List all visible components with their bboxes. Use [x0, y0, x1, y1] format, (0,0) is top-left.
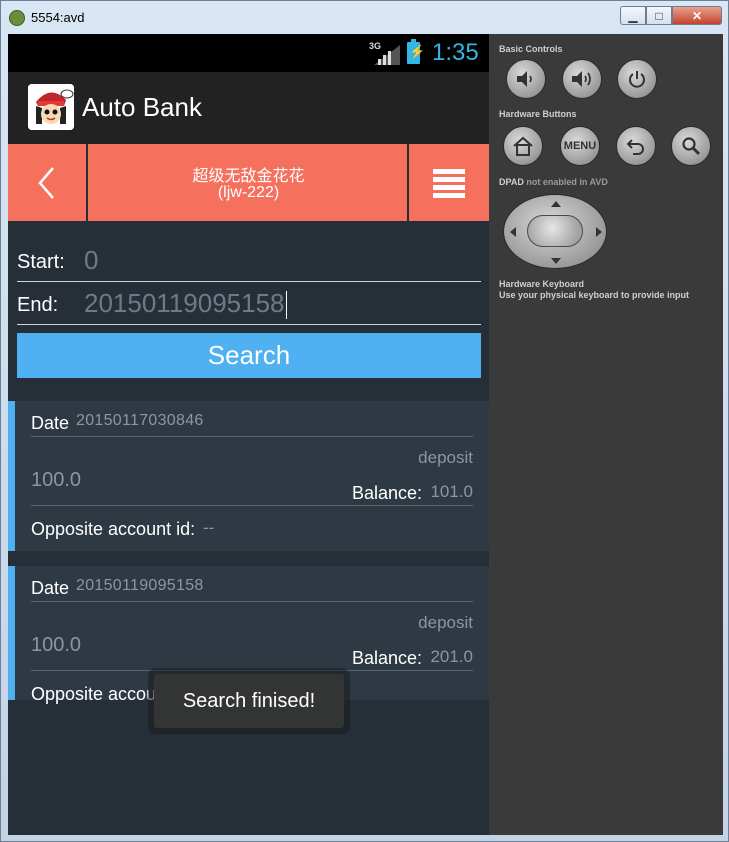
- dpad-note: not enabled in AVD: [523, 177, 608, 187]
- home-button[interactable]: [503, 126, 543, 166]
- date-label: Date: [31, 578, 70, 598]
- card-accent-bar: [8, 566, 15, 700]
- balance-label: Balance:: [352, 483, 423, 503]
- action-bar: Auto Bank: [8, 72, 489, 144]
- card-divider: [31, 601, 473, 602]
- hamburger-menu-icon: [433, 168, 465, 198]
- back-hw-button[interactable]: [616, 126, 656, 166]
- card-divider: [31, 436, 473, 437]
- emulator-controls-panel: Basic Controls Hardware Buttons MENU DPA…: [489, 34, 723, 835]
- hardware-buttons-heading: Hardware Buttons: [499, 109, 577, 119]
- home-icon: [513, 136, 533, 156]
- end-input-value: 20150119095158: [84, 288, 285, 318]
- phone-screen: 3G ⚡ 1:35 Auto Bank 超级无敌金花花 (ljw-222) St…: [8, 34, 489, 835]
- status-time: 1:35: [432, 39, 479, 66]
- emulator-client-area: 3G ⚡ 1:35 Auto Bank 超级无敌金花花 (ljw-222) St…: [8, 34, 723, 835]
- volume-up-button[interactable]: [562, 59, 602, 99]
- menu-button[interactable]: [407, 144, 489, 221]
- back-arrow-icon: [626, 139, 644, 155]
- account-header: 超级无敌金花花 (ljw-222): [8, 144, 489, 221]
- menu-hw-button[interactable]: MENU: [560, 126, 600, 166]
- emulator-app-icon: [9, 10, 25, 26]
- account-id: (ljw-222): [217, 184, 280, 201]
- app-title: Auto Bank: [82, 92, 202, 122]
- window-title: 5554:avd: [31, 10, 85, 25]
- dpad-center-button[interactable]: [527, 215, 583, 247]
- emulator-window: 5554:avd ▁ □ ✕ 3G ⚡ 1:35 Auto Bank 超级无敌金…: [0, 0, 729, 842]
- account-name: 超级无敌金花花: [192, 168, 305, 185]
- toast-message: Search finised!: [154, 674, 344, 728]
- opposite-account-label: Opposite account id:: [31, 519, 196, 539]
- card-divider: [31, 670, 473, 671]
- start-underline: [17, 281, 481, 282]
- card-divider: [31, 505, 473, 506]
- end-underline: [17, 324, 481, 325]
- app-avatar-icon[interactable]: [28, 84, 74, 130]
- back-button[interactable]: [8, 144, 88, 221]
- window-titlebar[interactable]: 5554:avd ▁ □ ✕: [1, 1, 728, 34]
- power-button[interactable]: [617, 59, 657, 99]
- search-icon: [682, 137, 701, 156]
- signal-icon: [374, 45, 400, 65]
- dpad-control[interactable]: [503, 194, 607, 269]
- search-button[interactable]: Search: [17, 333, 481, 378]
- power-icon: [629, 71, 645, 88]
- transaction-card[interactable]: Date 20150117030846 deposit 100.0 Balanc…: [8, 401, 489, 551]
- close-button[interactable]: ✕: [672, 6, 722, 25]
- chevron-left-icon: [38, 166, 54, 199]
- transaction-amount: 100.0: [31, 469, 82, 491]
- start-label: Start:: [17, 251, 65, 273]
- transaction-type: deposit: [418, 448, 473, 467]
- transaction-type: deposit: [418, 613, 473, 632]
- hardware-keyboard-heading: Hardware Keyboard: [499, 279, 585, 289]
- balance-label: Balance:: [352, 648, 423, 668]
- end-label: End:: [17, 294, 59, 316]
- balance-value: 101.0: [430, 482, 473, 501]
- transaction-date: 20150117030846: [76, 412, 204, 429]
- search-hw-button[interactable]: [671, 126, 711, 166]
- dpad-label: DPAD: [499, 177, 524, 187]
- hardware-keyboard-note: Use your physical keyboard to provide in…: [499, 290, 690, 300]
- minimize-button[interactable]: ▁: [620, 6, 646, 25]
- maximize-button[interactable]: □: [646, 6, 672, 25]
- dpad-heading: DPAD not enabled in AVD: [499, 177, 608, 187]
- volume-up-icon: [572, 71, 591, 87]
- end-input[interactable]: 20150119095158: [84, 288, 287, 320]
- account-title: 超级无敌金花花 (ljw-222): [90, 144, 407, 221]
- opposite-account-value: --: [203, 518, 215, 537]
- menu-button-label: MENU: [563, 140, 597, 152]
- balance-value: 201.0: [430, 647, 473, 666]
- text-cursor: [285, 291, 287, 320]
- transaction-date: 20150119095158: [76, 577, 204, 594]
- status-bar: 3G ⚡ 1:35: [8, 34, 489, 72]
- charging-bolt-icon: ⚡: [409, 44, 426, 59]
- basic-controls-heading: Basic Controls: [499, 44, 563, 54]
- start-input[interactable]: 0: [84, 245, 98, 276]
- date-label: Date: [31, 413, 70, 433]
- transaction-amount: 100.0: [31, 634, 82, 656]
- card-accent-bar: [8, 401, 15, 551]
- volume-down-icon: [517, 71, 532, 87]
- volume-down-button[interactable]: [506, 59, 546, 99]
